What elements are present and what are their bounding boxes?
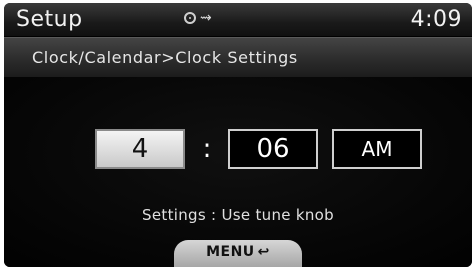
am-pm-field[interactable]: AM: [332, 129, 422, 169]
status-icons: ⇝: [184, 11, 212, 25]
menu-button-label: MENU: [206, 244, 255, 260]
screen-title: Setup: [16, 7, 83, 32]
disc-icon: [184, 12, 196, 24]
hint-text: Settings : Use tune knob: [142, 206, 334, 224]
return-icon: ↩: [257, 244, 270, 260]
minute-field[interactable]: 06: [228, 129, 318, 169]
screen: Setup ⇝ 4:09 Clock/Calendar>Clock Settin…: [4, 3, 472, 267]
breadcrumb: Clock/Calendar>Clock Settings: [32, 48, 298, 67]
breadcrumb-bar: Clock/Calendar>Clock Settings: [4, 37, 472, 77]
clock-settings-panel: 4 : 06 AM Settings : Use tune knob MENU …: [4, 77, 472, 267]
hour-field[interactable]: 4: [95, 129, 185, 169]
time-separator: :: [202, 134, 212, 164]
menu-button[interactable]: MENU ↩: [174, 240, 302, 267]
usb-icon: ⇝: [200, 10, 212, 26]
status-bar: Setup ⇝ 4:09: [4, 3, 472, 36]
status-clock: 4:09: [410, 7, 462, 32]
